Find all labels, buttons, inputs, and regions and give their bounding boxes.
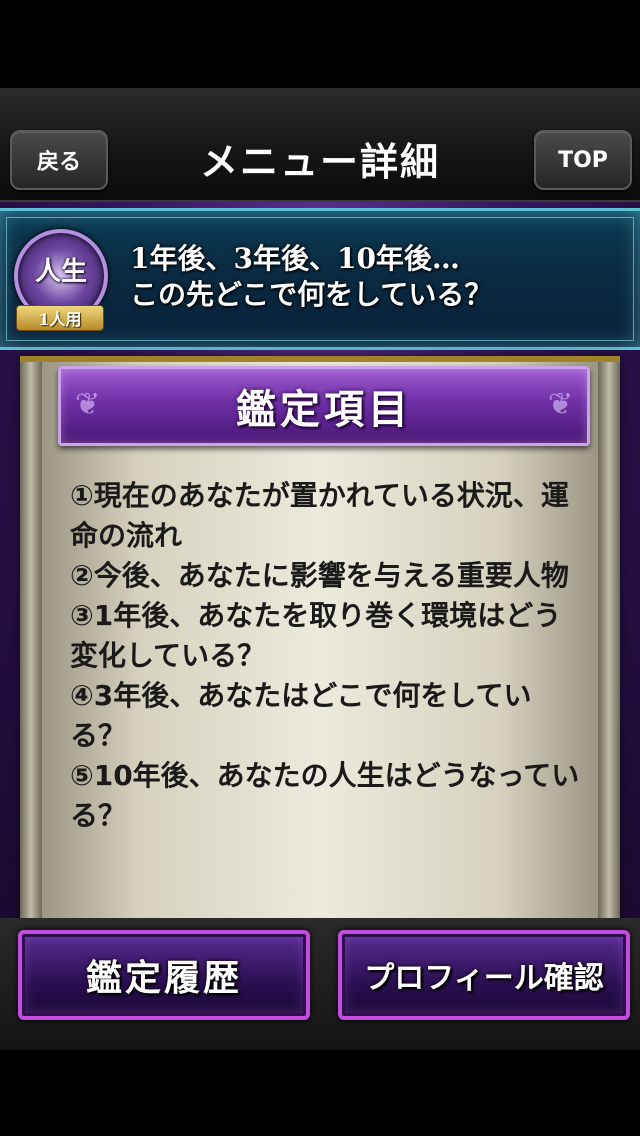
list-item: ②今後、あなたに影響を与える重要人物 (70, 559, 569, 592)
section-header: ❦ 鑑定項目 ❦ (58, 366, 590, 446)
list-item: ⑤10年後、あなたの人生はどうなっている？ (70, 759, 580, 832)
navigation-bar: 戻る メニュー詳細 TOP (0, 88, 640, 202)
ornament-right-icon: ❦ (547, 387, 573, 422)
ornament-left-icon: ❦ (75, 387, 101, 422)
list-item: ①現在のあなたが置かれている状況、運命の流れ (70, 479, 569, 552)
banner-title: 1年後、3年後、10年後… この先どこで何をしている？ (130, 241, 630, 313)
reading-history-button[interactable]: 鑑定履歴 (18, 930, 310, 1020)
banner-line-2: この先どこで何をしている？ (130, 278, 493, 311)
bottom-spacer (0, 1050, 640, 1136)
banner-line-1: 1年後、3年後、10年後… (130, 242, 460, 275)
section-header-label: 鑑定項目 (236, 386, 412, 433)
profile-check-button[interactable]: プロフィール確認 (338, 930, 630, 1020)
badge-label: 人生 (34, 257, 87, 287)
top-button[interactable]: TOP (534, 130, 632, 190)
list-item: ④3年後、あなたはどこで何をしている？ (70, 679, 532, 752)
page-title: メニュー詳細 (199, 139, 440, 184)
status-bar (0, 0, 640, 88)
menu-banner: 人生 1人用 1年後、3年後、10年後… この先どこで何をしている？ (0, 208, 640, 350)
badge-subtitle: 1人用 (16, 305, 104, 331)
list-item: ③1年後、あなたを取り巻く環境はどう変化している？ (70, 599, 562, 672)
reading-items-list: ①現在のあなたが置かれている状況、運命の流れ ②今後、あなたに影響を与える重要人… (70, 476, 582, 836)
back-button[interactable]: 戻る (10, 130, 108, 190)
